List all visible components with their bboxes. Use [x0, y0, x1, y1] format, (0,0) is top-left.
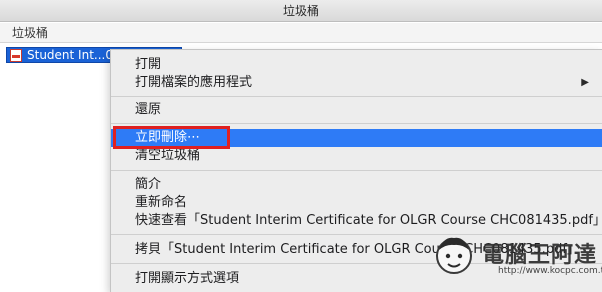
menu-item-quick-look[interactable]: 快速查看「Student Interim Certificate for OLG…: [111, 212, 602, 230]
path-bar: 垃圾桶: [0, 23, 602, 43]
menu-item-open-with-label: 打開檔案的應用程式: [135, 75, 253, 90]
pdf-file-icon: [10, 48, 22, 62]
menu-item-rename[interactable]: 重新命名: [111, 194, 602, 212]
chevron-right-icon: ▶: [581, 77, 589, 88]
watermark-url: http://www.kocpc.com.tw: [498, 266, 602, 276]
menu-item-empty-trash-label: 清空垃圾桶: [135, 148, 201, 163]
menu-item-quick-look-label: 快速查看「Student Interim Certificate for OLG…: [135, 213, 602, 228]
annotation-highlight-box: [113, 126, 230, 149]
menu-item-rename-label: 重新命名: [135, 195, 188, 210]
watermark: 電腦王阿達 http://www.kocpc.com.tw: [432, 232, 602, 288]
menu-item-open[interactable]: 打開: [111, 56, 602, 74]
menu-item-restore[interactable]: 還原: [111, 101, 602, 119]
menu-separator: [111, 96, 602, 97]
window-title-bar[interactable]: 垃圾桶: [0, 0, 602, 22]
menu-item-get-info[interactable]: 簡介: [111, 176, 602, 194]
menu-item-show-view-options-label: 打開顯示方式選項: [135, 271, 240, 286]
watermark-title: 電腦王阿達: [482, 243, 598, 268]
menu-item-open-with[interactable]: 打開檔案的應用程式 ▶: [111, 74, 602, 92]
menu-item-restore-label: 還原: [135, 102, 162, 117]
window-title: 垃圾桶: [282, 4, 319, 18]
path-bar-label: 垃圾桶: [12, 26, 49, 40]
mascot-face-icon: [436, 237, 472, 274]
menu-item-empty-trash[interactable]: 清空垃圾桶: [111, 147, 602, 165]
menu-item-open-label: 打開: [135, 57, 162, 72]
menu-separator: [111, 170, 602, 171]
menu-separator: [111, 123, 602, 124]
menu-item-get-info-label: 簡介: [135, 177, 162, 192]
